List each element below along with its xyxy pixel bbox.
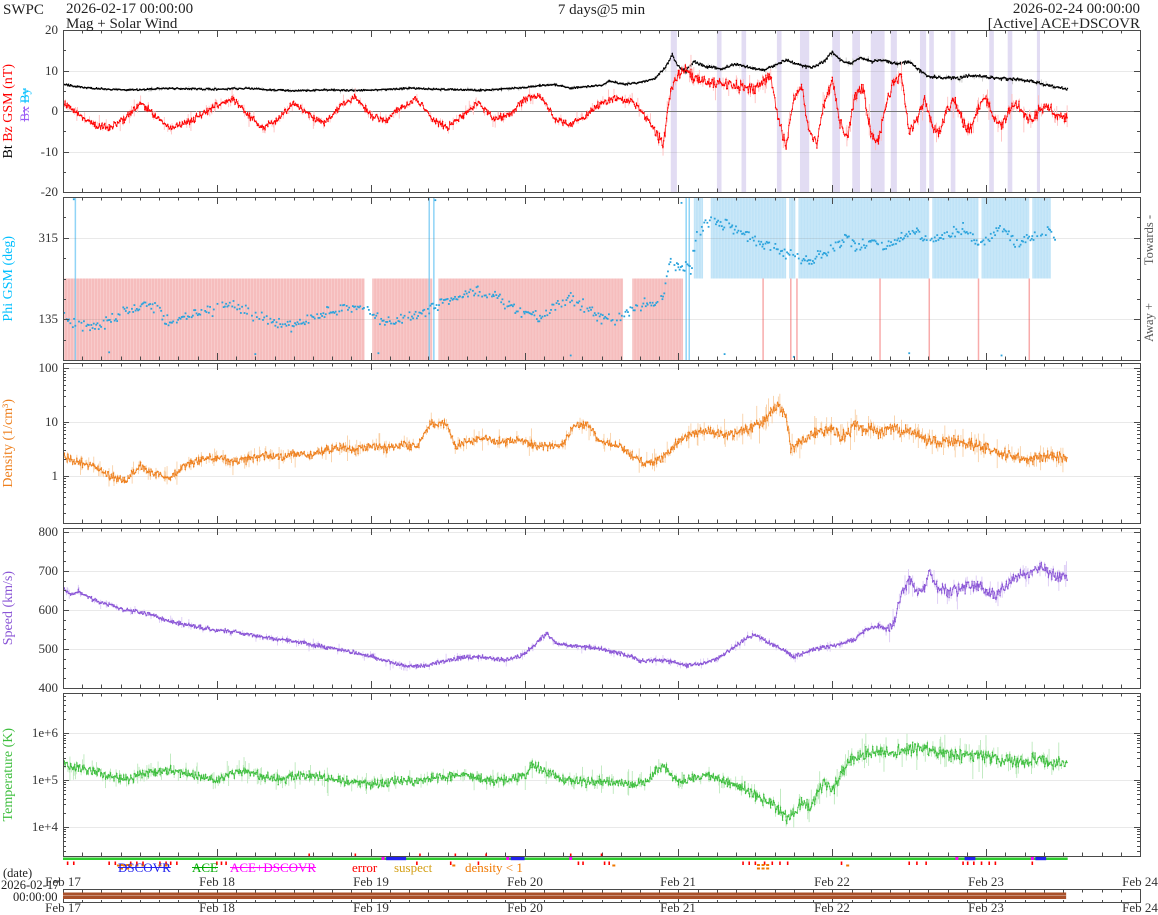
bz-label: Bz GSM (nT) xyxy=(0,63,16,142)
y-tick-label: 1e+4 xyxy=(31,819,58,834)
by-hidden-toggle[interactable]: By xyxy=(17,88,32,103)
speed-axis-title: Speed (km/s) xyxy=(0,528,17,688)
overview-x-tick-label: Feb 20 xyxy=(507,900,543,915)
y-tick-label: 315 xyxy=(38,230,59,245)
overview-x-tick-label: Feb 19 xyxy=(353,900,389,915)
x-tick-label: Feb 18 xyxy=(199,874,235,889)
towards-sector-label: Towards - xyxy=(1141,197,1157,283)
overview-x-tick-label: Feb 18 xyxy=(199,900,235,915)
y-tick-label: 400 xyxy=(38,680,59,695)
x-tick-label: Feb 22 xyxy=(814,874,850,889)
y-tick-label: 20 xyxy=(45,22,58,37)
phi-axis-title: Phi GSM (deg) xyxy=(0,197,17,360)
y-tick-label: 135 xyxy=(38,311,59,326)
temperature-axis-title: Temperature (K) xyxy=(0,693,17,856)
mag-axis-title: Bt Bz GSM (nT) xyxy=(0,30,17,192)
overview-x-tick-label: Feb 17 xyxy=(45,900,81,915)
app-logo: SWPC xyxy=(3,2,44,18)
y-tick-label: 10 xyxy=(45,414,58,429)
y-tick-label: 1 xyxy=(51,468,59,483)
y-tick-label: -10 xyxy=(40,144,58,159)
legend-dscovr-toggle[interactable]: DSCOVR xyxy=(118,860,171,876)
overview-x-tick-label: Feb 24 xyxy=(1122,900,1158,915)
density-label: Density (1/cm³) xyxy=(0,398,16,488)
x-tick-label: Feb 17 xyxy=(45,874,81,889)
away-text: Away + xyxy=(1141,302,1156,342)
x-tick-label: Feb 23 xyxy=(968,874,1004,889)
x-tick-label: Feb 21 xyxy=(660,874,696,889)
phi-label: Phi GSM (deg) xyxy=(0,235,16,322)
y-tick-label: 700 xyxy=(38,563,59,578)
y-tick-label: 1e+5 xyxy=(31,772,58,787)
bt-label: Bt xyxy=(0,145,16,159)
y-tick-label: 800 xyxy=(38,524,59,539)
towards-text: Towards - xyxy=(1141,214,1156,266)
y-tick-label: 100 xyxy=(38,360,59,375)
overview-x-tick-label: Feb 23 xyxy=(968,900,1004,915)
y-tick-label: 1e+6 xyxy=(31,725,58,740)
x-tick-label: Feb 20 xyxy=(507,874,543,889)
plot-canvas[interactable] xyxy=(0,0,1158,915)
overview-x-tick-label: Feb 22 xyxy=(814,900,850,915)
y-tick-label: 500 xyxy=(38,641,59,656)
y-tick-label: -20 xyxy=(40,184,58,199)
y-tick-label: 0 xyxy=(51,103,59,118)
x-tick-label: Feb 24 xyxy=(1122,874,1158,889)
x-tick-label: Feb 19 xyxy=(353,874,389,889)
speed-label: Speed (km/s) xyxy=(0,570,16,646)
density-axis-title: Density (1/cm³) xyxy=(0,363,17,523)
away-sector-label: Away + xyxy=(1141,284,1157,360)
overview-x-tick-label: Feb 21 xyxy=(660,900,696,915)
swpc-solar-wind-viewer: SWPC 2026-02-17 00:00:00 Mag + Solar Win… xyxy=(0,0,1158,915)
y-tick-label: 10 xyxy=(45,63,58,78)
active-source-label: [Active] ACE+DSCOVR xyxy=(987,16,1140,32)
y-tick-label: 600 xyxy=(38,602,59,617)
temperature-label: Temperature (K) xyxy=(0,727,16,822)
